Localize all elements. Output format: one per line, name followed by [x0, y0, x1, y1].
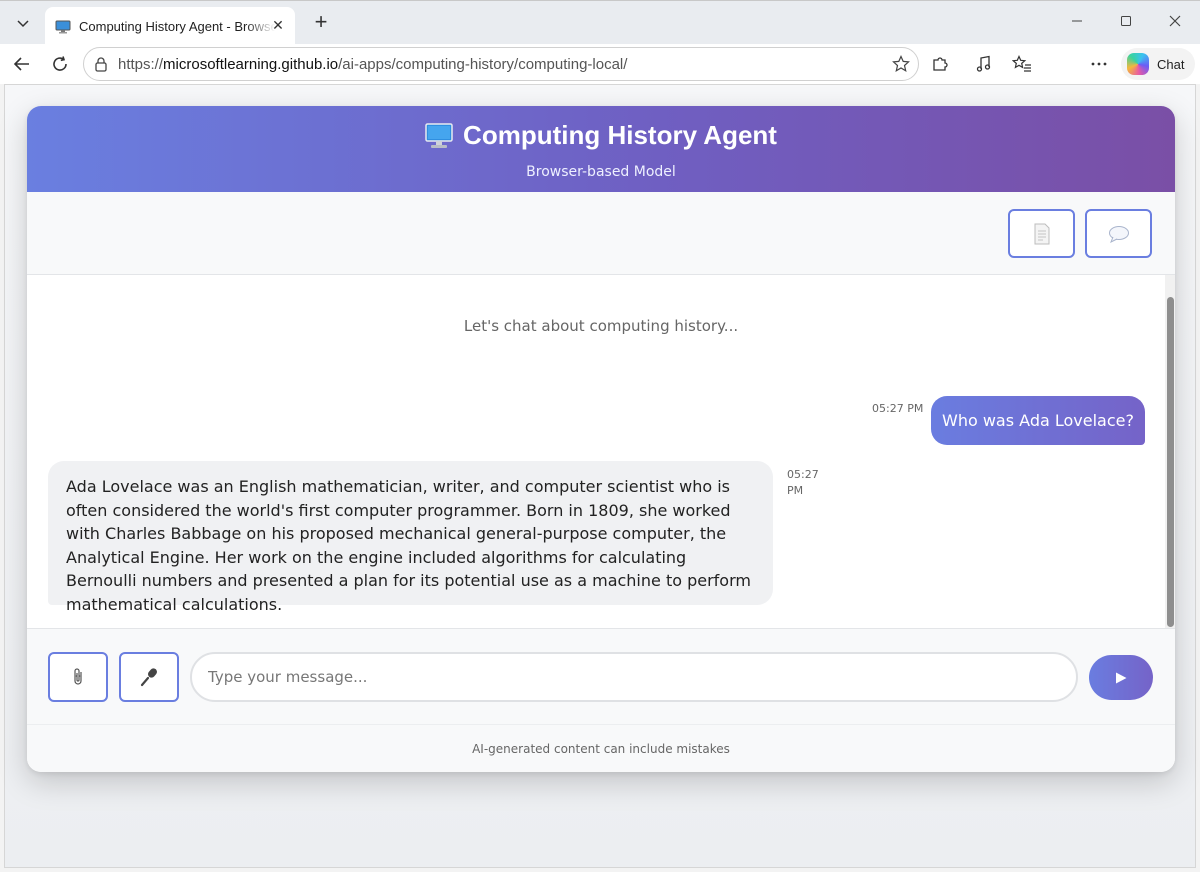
browser-navigation-bar: https://microsoftlearning.github.io/ai-a… — [0, 44, 1200, 84]
chat-messages[interactable]: Let's chat about computing history... 05… — [27, 275, 1175, 628]
new-tab-button[interactable]: + — [308, 10, 334, 36]
close-tab-icon[interactable]: ✕ — [269, 17, 287, 35]
url-scheme: https:// — [118, 55, 164, 73]
user-message: Who was Ada Lovelace? — [931, 396, 1145, 445]
chat-app-card: Computing History Agent Browser-based Mo… — [27, 106, 1175, 772]
media-button[interactable] — [970, 50, 998, 78]
chat-scrollbar[interactable] — [1165, 275, 1175, 628]
monitor-icon — [55, 19, 71, 34]
app-title-text: Computing History Agent — [463, 120, 777, 150]
url-text: https://microsoftlearning.github.io/ai-a… — [118, 56, 627, 73]
music-note-icon — [976, 55, 991, 72]
favorites-list-icon — [1012, 55, 1031, 72]
more-options-button[interactable] — [1085, 50, 1113, 78]
microphone-button[interactable] — [119, 652, 179, 702]
document-button[interactable] — [1008, 209, 1075, 258]
page-viewport: Computing History Agent Browser-based Mo… — [4, 84, 1196, 868]
footer-disclaimer: AI-generated content can include mistake… — [27, 724, 1175, 772]
app-subtitle: Browser-based Model — [526, 164, 676, 180]
url-path: /ai-apps/computing-history/computing-loc… — [338, 55, 628, 73]
favorite-star-icon[interactable] — [892, 55, 910, 77]
browser-tab-active[interactable]: Computing History Agent - Browser-based … — [45, 7, 295, 45]
microphone-icon — [140, 668, 157, 687]
tab-actions-menu-button[interactable] — [8, 9, 38, 37]
close-icon — [1169, 15, 1181, 27]
address-bar[interactable]: https://microsoftlearning.github.io/ai-a… — [83, 47, 919, 81]
minimize-button[interactable] — [1065, 11, 1089, 35]
speech-bubble-icon — [1108, 225, 1129, 243]
maximize-icon — [1121, 16, 1131, 26]
attach-button[interactable] — [48, 652, 108, 702]
url-host: microsoftlearning.github.io — [163, 55, 339, 73]
close-window-button[interactable] — [1163, 11, 1187, 35]
send-button[interactable] — [1089, 655, 1153, 700]
computer-icon — [425, 122, 453, 149]
tab-title: Computing History Agent - Browser-based … — [79, 18, 275, 34]
chat-toolbar — [27, 192, 1175, 275]
extensions-button[interactable] — [926, 50, 954, 78]
puzzle-icon — [933, 57, 948, 71]
new-chat-button[interactable] — [1085, 209, 1152, 258]
scrollbar-thumb[interactable] — [1167, 297, 1174, 627]
message-composer — [27, 628, 1175, 724]
user-message-time: 05:27 PM — [872, 402, 924, 415]
app-header: Computing History Agent Browser-based Mo… — [27, 106, 1175, 192]
back-button[interactable] — [8, 50, 36, 78]
refresh-icon — [53, 56, 67, 71]
copilot-chat-button[interactable]: Chat — [1121, 48, 1195, 80]
assistant-message: Ada Lovelace was an English mathematicia… — [48, 461, 773, 614]
message-input[interactable] — [190, 652, 1078, 702]
lock-icon — [94, 56, 108, 76]
send-play-icon — [1116, 672, 1127, 683]
paperclip-icon — [74, 668, 82, 685]
favorites-button[interactable] — [1008, 50, 1036, 78]
chat-intro-text: Let's chat about computing history... — [463, 317, 739, 335]
copilot-icon — [1127, 53, 1149, 75]
minimize-icon — [1072, 20, 1082, 22]
document-icon — [1034, 223, 1049, 244]
assistant-message-time: 05:27 PM — [787, 468, 819, 497]
ellipsis-icon — [1091, 62, 1107, 66]
maximize-button[interactable] — [1114, 11, 1138, 35]
chevron-down-icon — [17, 20, 29, 28]
refresh-button[interactable] — [46, 50, 74, 78]
back-arrow-icon — [13, 57, 29, 71]
page-title: Computing History Agent — [27, 120, 1175, 151]
chat-label: Chat — [1157, 56, 1185, 72]
browser-tab-bar: Computing History Agent - Browser-based … — [0, 0, 1200, 45]
